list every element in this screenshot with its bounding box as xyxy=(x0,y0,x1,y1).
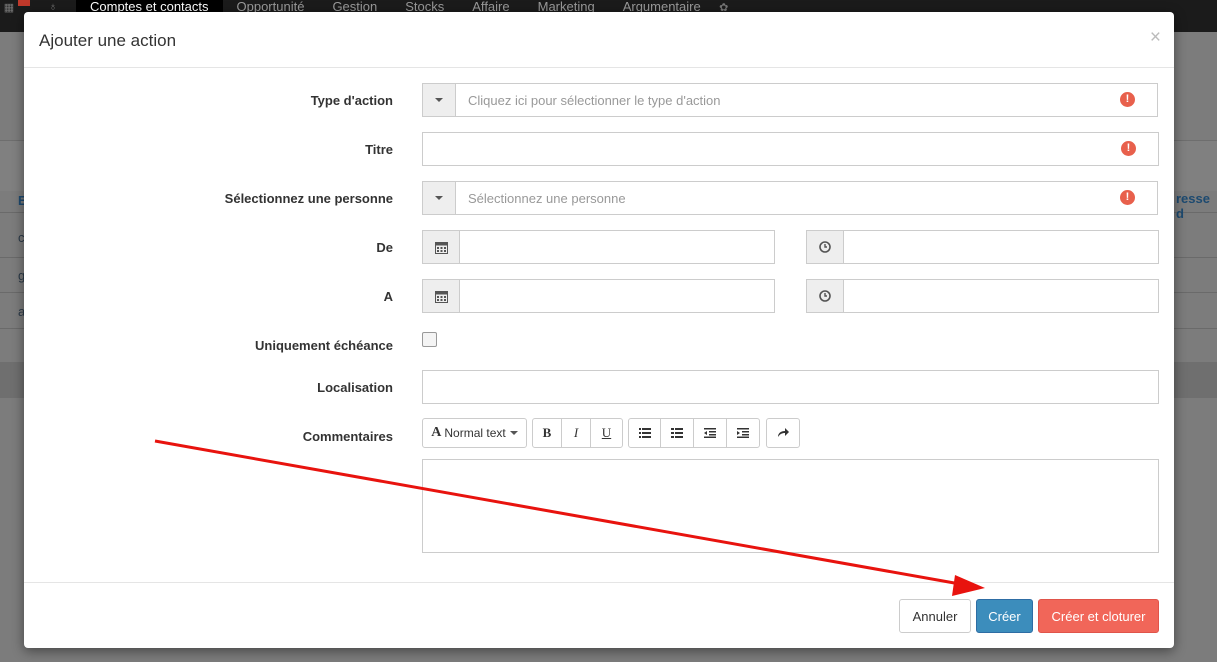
underline-button[interactable]: U xyxy=(590,418,623,448)
chevron-down-icon[interactable] xyxy=(423,182,456,214)
clock-icon[interactable] xyxy=(807,280,844,312)
personne-placeholder: Sélectionnez une personne xyxy=(468,191,626,206)
create-button[interactable]: Créer xyxy=(976,599,1033,633)
calendar-icon[interactable] xyxy=(423,280,460,312)
a-date-input[interactable] xyxy=(422,279,775,313)
calendar-icon[interactable]: ▦ xyxy=(0,1,18,14)
chevron-down-icon xyxy=(509,431,518,435)
text-style-dropdown[interactable]: A Normal text xyxy=(422,418,527,448)
echeance-label: Uniquement échéance xyxy=(255,338,393,353)
list-ol-icon xyxy=(671,428,683,438)
exclamation-circle-icon: ! xyxy=(1121,141,1136,156)
indent-button[interactable] xyxy=(726,418,760,448)
outdent-icon xyxy=(704,428,716,438)
editor-toolbar: A Normal text B I U xyxy=(422,418,1162,448)
ordered-list-button[interactable] xyxy=(660,418,694,448)
titre-input[interactable]: ! xyxy=(422,132,1159,166)
titre-label: Titre xyxy=(365,142,393,157)
calendar-icon[interactable] xyxy=(423,231,460,263)
add-action-modal: Ajouter une action × Type d'action Cliqu… xyxy=(24,12,1174,648)
redo-button[interactable] xyxy=(766,418,800,448)
commentaires-editor[interactable] xyxy=(422,459,1159,553)
bold-button[interactable]: B xyxy=(532,418,562,448)
unordered-list-button[interactable] xyxy=(628,418,661,448)
background-column-header-right: resse d xyxy=(1176,191,1210,221)
clock-icon[interactable] xyxy=(807,231,844,263)
type-action-select[interactable]: Cliquez ici pour sélectionner le type d'… xyxy=(422,83,1158,117)
de-time-input[interactable] xyxy=(806,230,1159,264)
exclamation-circle-icon: ! xyxy=(1120,92,1135,107)
personne-label: Sélectionnez une personne xyxy=(224,191,393,206)
outdent-button[interactable] xyxy=(693,418,727,448)
a-time-input[interactable] xyxy=(806,279,1159,313)
notification-badge xyxy=(18,0,30,6)
cancel-button[interactable]: Annuler xyxy=(899,599,971,633)
de-date-input[interactable] xyxy=(422,230,775,264)
chevron-down-icon[interactable] xyxy=(423,84,456,116)
type-action-label: Type d'action xyxy=(310,93,393,108)
text-style-label: Normal text xyxy=(444,426,506,440)
create-and-close-button[interactable]: Créer et cloturer xyxy=(1038,599,1159,633)
de-label: De xyxy=(376,240,393,255)
localisation-label: Localisation xyxy=(317,380,393,395)
personne-select[interactable]: Sélectionnez une personne ! xyxy=(422,181,1158,215)
exclamation-circle-icon: ! xyxy=(1120,190,1135,205)
commentaires-label: Commentaires xyxy=(302,429,393,444)
modal-header: Ajouter une action × xyxy=(24,12,1174,68)
modal-footer: Annuler Créer Créer et cloturer xyxy=(24,582,1174,649)
indent-icon xyxy=(737,428,749,438)
close-icon[interactable]: × xyxy=(1150,27,1161,49)
share-icon xyxy=(778,428,789,437)
modal-title: Ajouter une action xyxy=(39,31,177,50)
a-label: A xyxy=(383,289,393,304)
localisation-input[interactable] xyxy=(422,370,1159,404)
echeance-checkbox[interactable] xyxy=(422,332,437,347)
italic-button[interactable]: I xyxy=(561,418,591,448)
type-action-placeholder: Cliquez ici pour sélectionner le type d'… xyxy=(468,93,721,108)
font-icon: A xyxy=(431,425,442,440)
list-ul-icon xyxy=(638,428,651,438)
